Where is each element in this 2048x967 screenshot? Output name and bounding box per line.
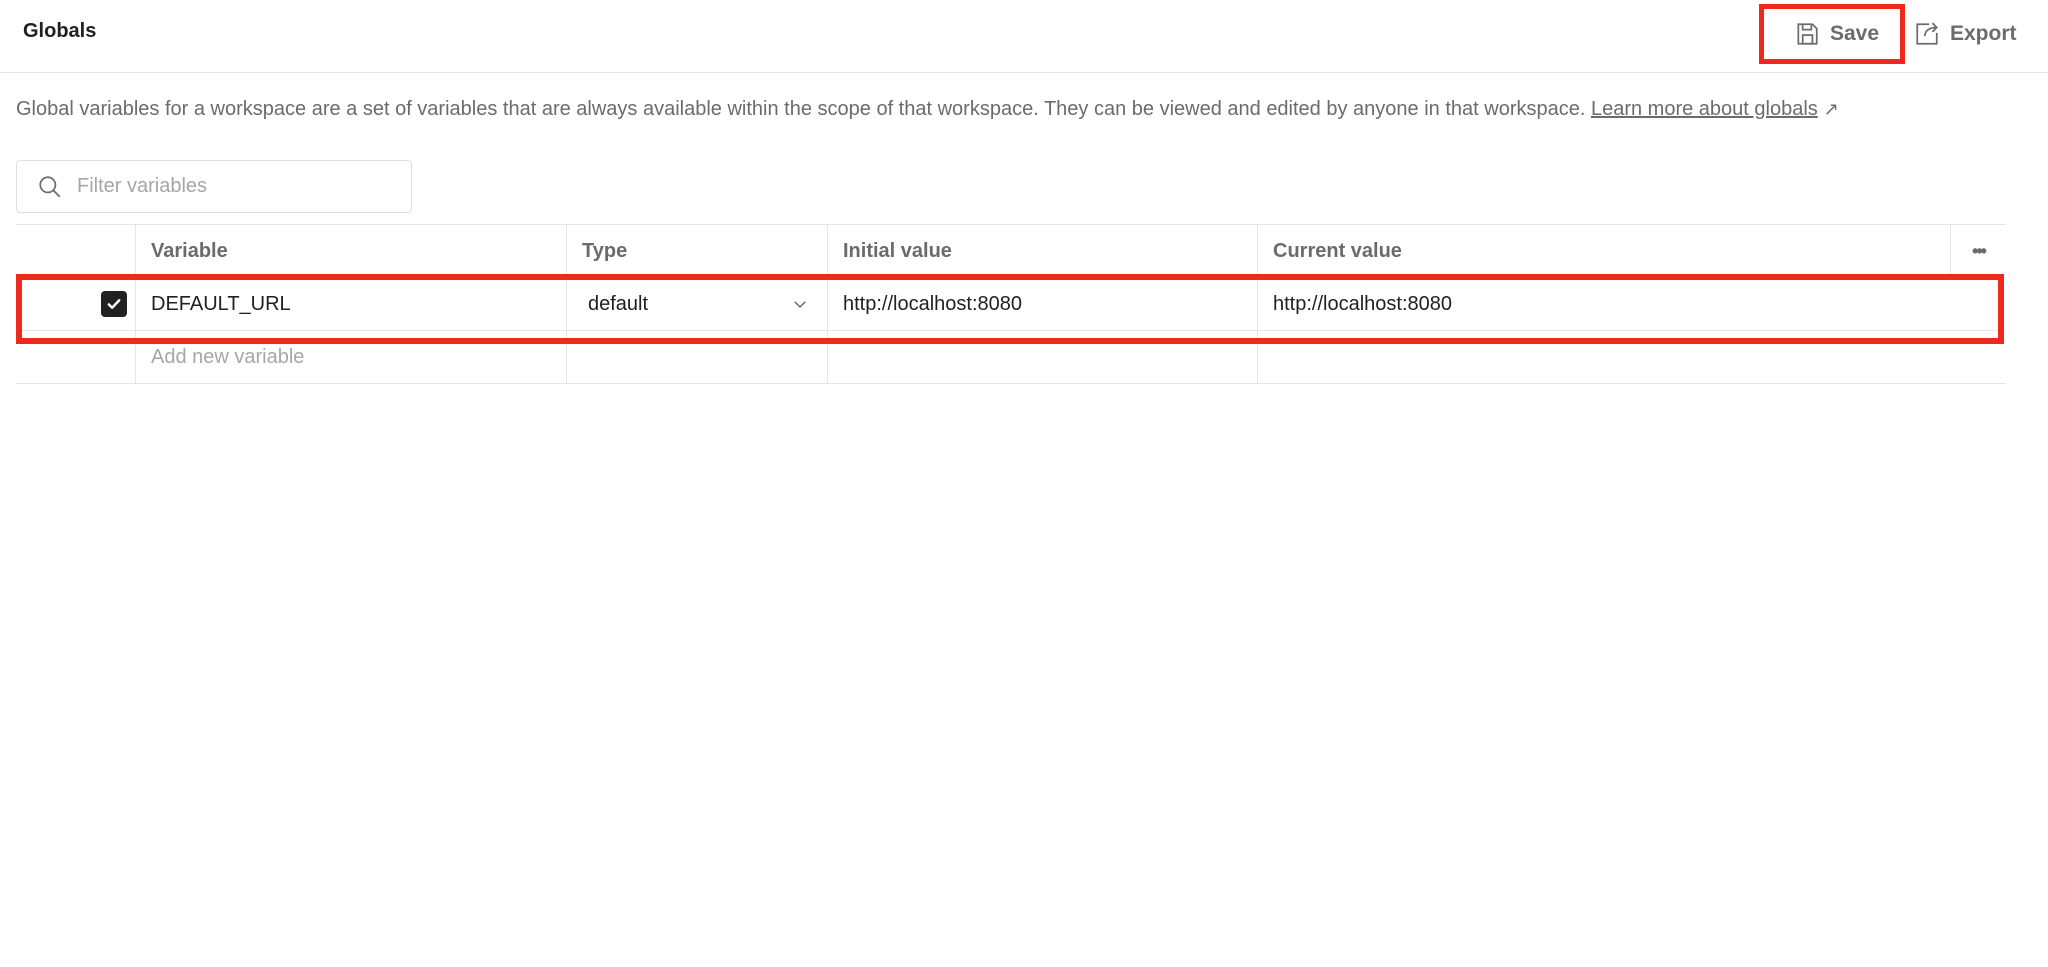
header-checkbox-cell: [16, 225, 135, 277]
header: Globals Save Export: [0, 0, 2048, 73]
more-options-cell: •••: [1950, 225, 2006, 277]
table-header-row: Variable Type Initial value Current valu…: [16, 225, 2006, 278]
external-link-icon: ↗: [1823, 99, 1839, 119]
description-text: Global variables for a workspace are a s…: [16, 98, 1586, 120]
search-input[interactable]: [77, 175, 397, 198]
page-title: Globals: [23, 20, 97, 42]
more-options-icon[interactable]: •••: [1972, 241, 1987, 262]
export-icon: [1916, 22, 1938, 45]
export-label: Export: [1950, 22, 2017, 45]
search-icon: [39, 175, 61, 197]
column-header-variable: Variable: [135, 225, 566, 277]
column-header-type: Type: [566, 225, 827, 277]
learn-more-link[interactable]: Learn more about globals: [1591, 98, 1818, 120]
save-highlight-box: [1759, 4, 1905, 64]
export-button[interactable]: Export: [1914, 14, 2017, 54]
row-highlight-box: [16, 274, 2004, 344]
filter-variables-search: [16, 160, 412, 213]
column-header-current-value: Current value: [1257, 225, 1950, 277]
globals-description: Global variables for a workspace are a s…: [16, 98, 1839, 121]
column-header-initial-value: Initial value: [827, 225, 1257, 277]
